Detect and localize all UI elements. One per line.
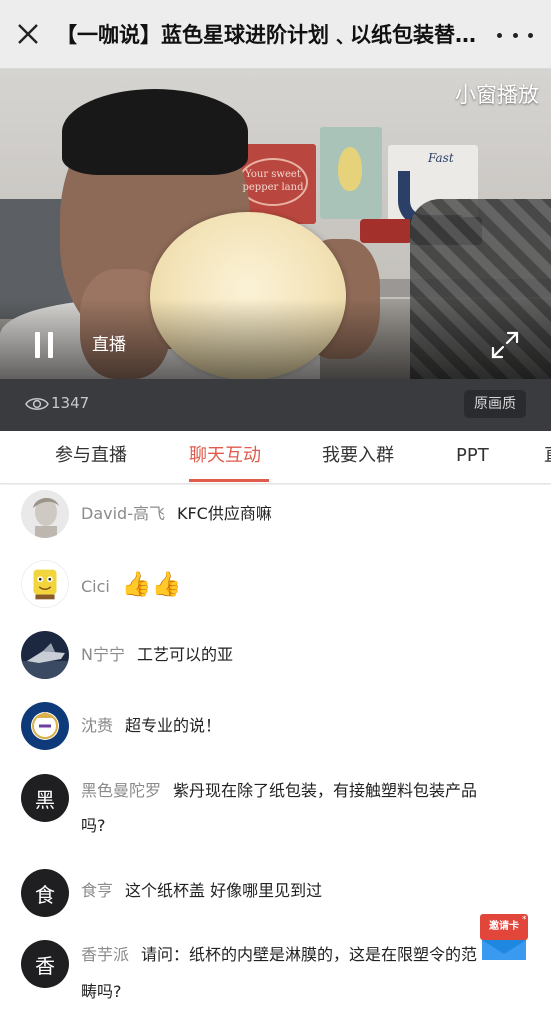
nickname: David-高飞 xyxy=(81,504,165,523)
tab-participate[interactable]: 参与直播 xyxy=(55,443,127,469)
avatar[interactable] xyxy=(21,560,69,608)
tab-more[interactable]: 直 xyxy=(544,443,551,469)
tab-bar: 参与直播 聊天互动 我要入群 PPT 直 xyxy=(0,431,551,484)
message-text: 紫丹现在除了纸包装，有接触塑料包装产品 xyxy=(173,781,478,800)
top-nav-bar: 【一咖说】蓝色星球进阶计划﹑以纸包装替代塑料包装 xyxy=(0,0,551,69)
invite-card-label: 邀请卡 xyxy=(489,921,519,932)
avatar[interactable]: 黑 xyxy=(21,774,69,822)
nickname: 食亨 xyxy=(81,881,114,900)
message-text-continued: 畴吗? xyxy=(81,982,122,1001)
mini-window-button[interactable]: 小窗播放 xyxy=(455,81,539,109)
live-video-player[interactable]: Your sweet pepper land Fast 小窗播放 直播 xyxy=(0,69,551,379)
avatar[interactable]: 食 xyxy=(21,869,69,917)
active-tab-indicator xyxy=(189,479,269,482)
message-text: 这个纸杯盖 好像哪里见到过 xyxy=(125,881,323,900)
fullscreen-icon[interactable] xyxy=(489,329,521,361)
view-count: 1347 xyxy=(51,394,90,412)
stats-bar: 1347 原画质 xyxy=(0,379,551,431)
avatar[interactable]: 香 xyxy=(21,940,69,988)
nickname: 香芋派 xyxy=(81,945,130,964)
eye-icon xyxy=(25,395,49,413)
avatar[interactable] xyxy=(21,631,69,679)
nickname: 黑色曼陀罗 xyxy=(81,781,162,800)
live-label: 直播 xyxy=(92,335,126,355)
message-text: 请问：纸杯的内壁是淋膜的，这是在限塑令的范 xyxy=(141,945,478,964)
quality-button[interactable]: 原画质 xyxy=(464,390,526,418)
page-title: 【一咖说】蓝色星球进阶计划﹑以纸包装替代塑料包装 xyxy=(56,23,481,47)
chat-list[interactable]: David-高飞 KFC供应商嘛 Cici 👍👍 N宁宁 工艺可以的亚 沈赉 超… xyxy=(0,485,551,1015)
close-icon[interactable] xyxy=(10,16,46,52)
nickname: Cici xyxy=(81,577,110,596)
nickname: 沈赉 xyxy=(81,716,114,735)
message-text: 工艺可以的亚 xyxy=(136,645,233,664)
tab-join-group[interactable]: 我要入群 xyxy=(322,443,394,469)
tab-chat[interactable]: 聊天互动 xyxy=(189,443,261,469)
avatar[interactable] xyxy=(21,702,69,750)
avatar[interactable] xyxy=(21,490,69,538)
message-text: 超专业的说！ xyxy=(125,716,222,735)
nickname: N宁宁 xyxy=(81,645,125,664)
invite-card-button[interactable]: * 邀请卡 xyxy=(478,904,530,962)
message-text-continued: 吗? xyxy=(81,816,106,835)
tab-ppt[interactable]: PPT xyxy=(456,443,489,469)
more-dots-icon[interactable] xyxy=(497,22,533,48)
message-text: KFC供应商嘛 xyxy=(176,504,272,523)
product-box-teal xyxy=(320,127,382,219)
pause-icon[interactable] xyxy=(33,332,55,358)
message-text: 👍👍 xyxy=(121,570,182,598)
